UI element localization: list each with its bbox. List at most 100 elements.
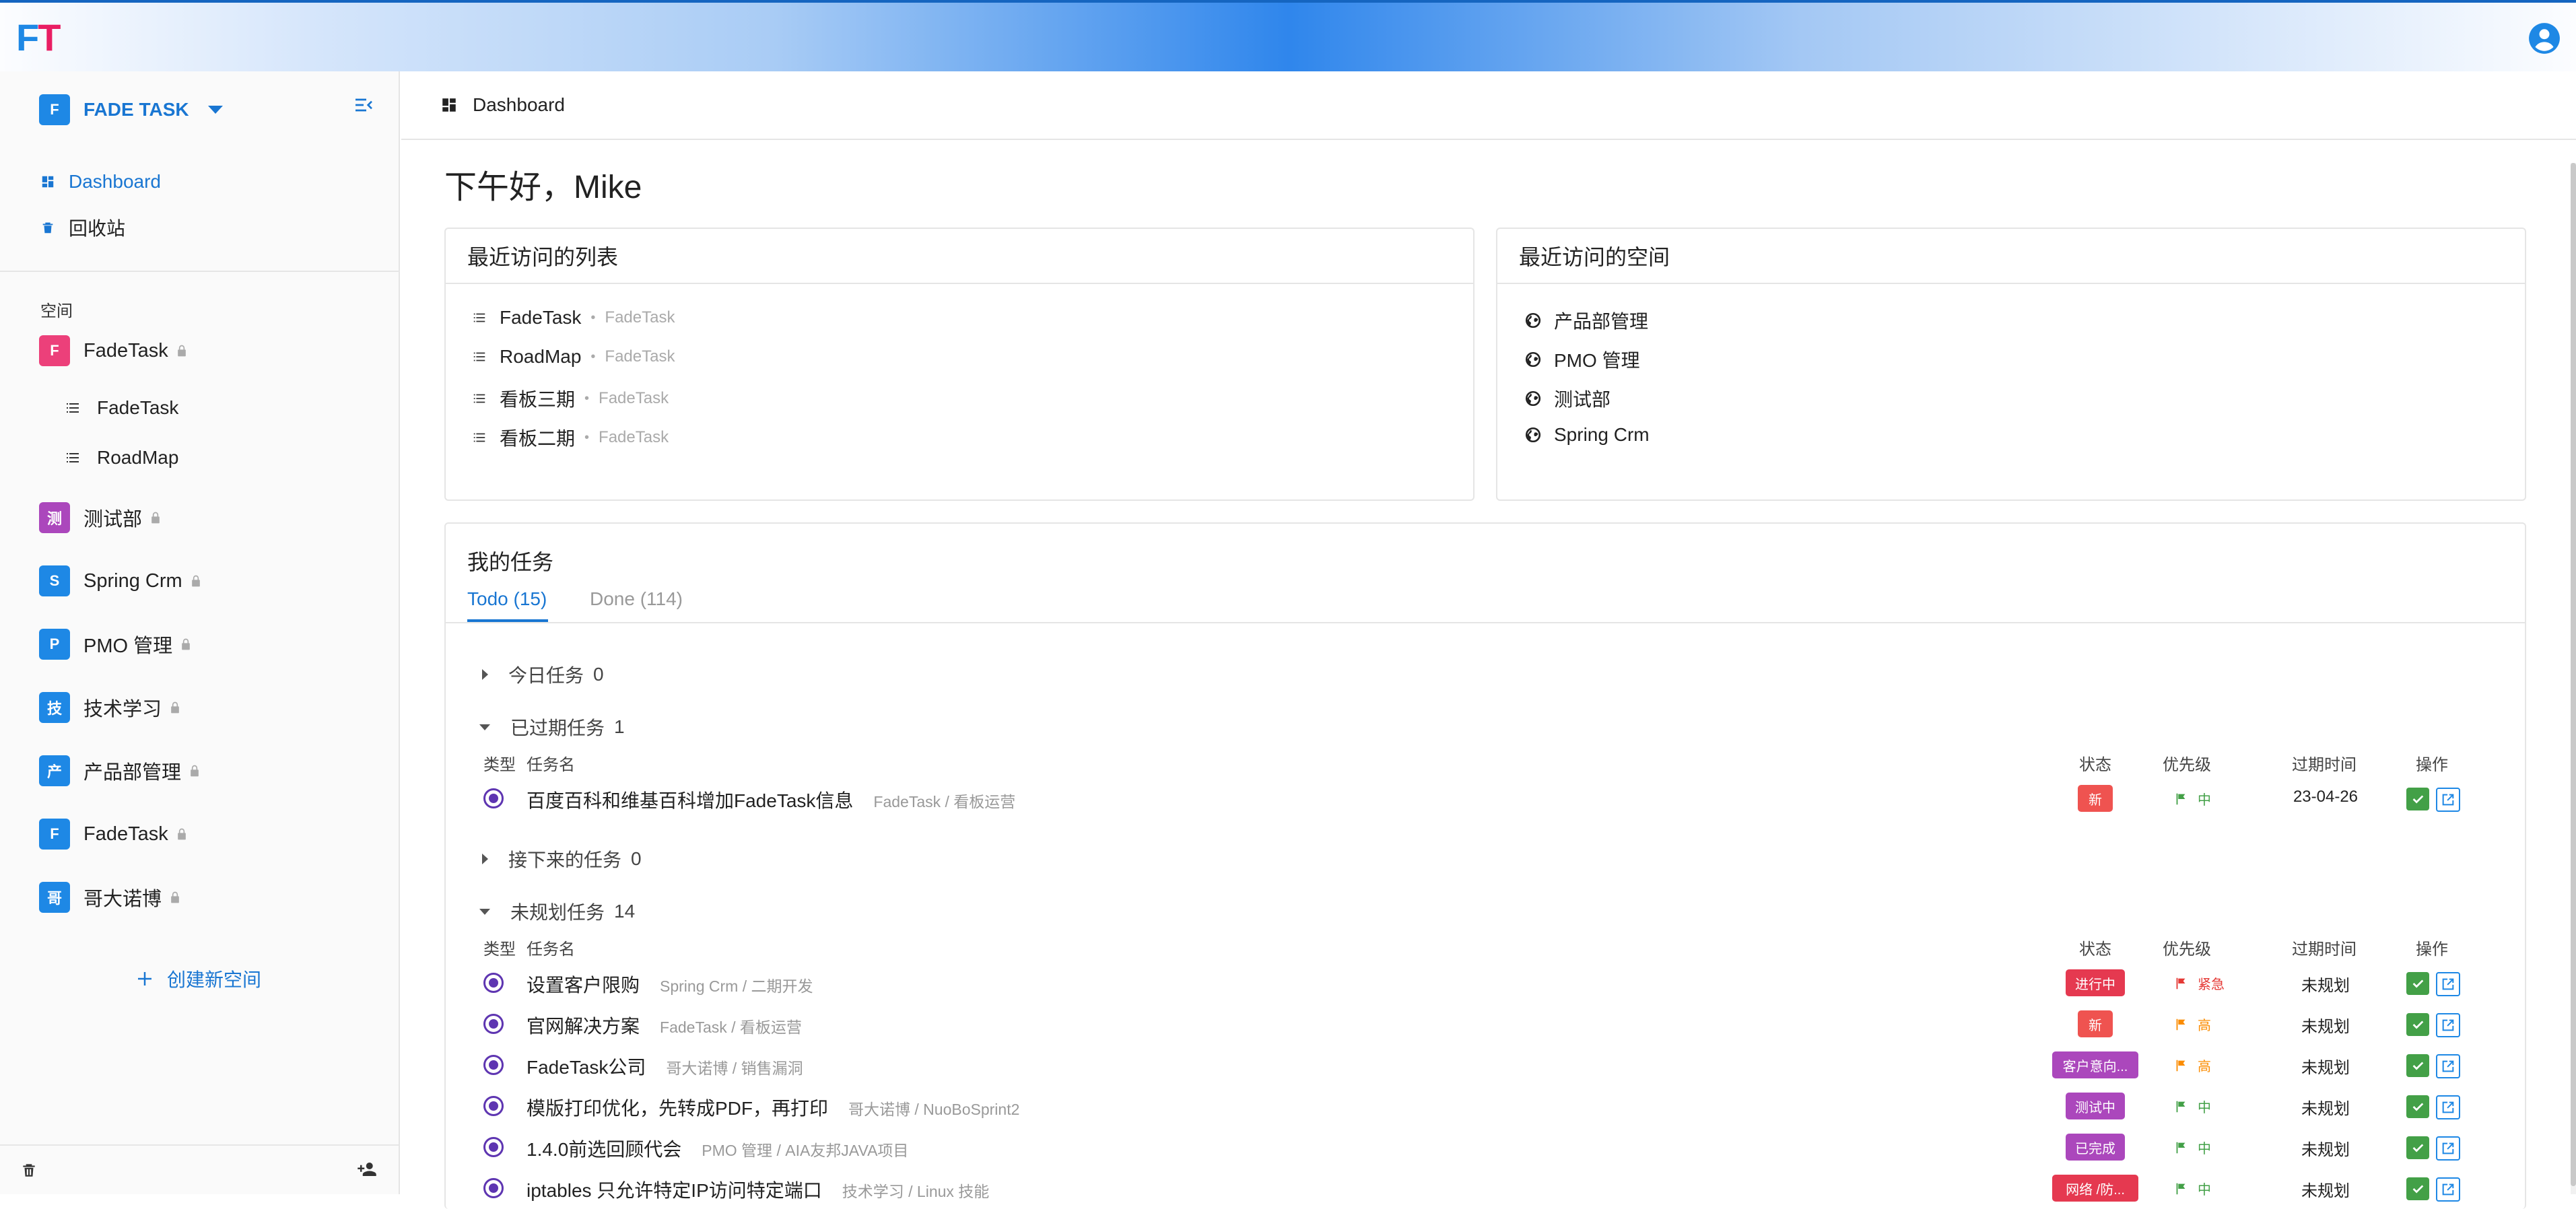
table-row[interactable]: 百度百科和维基百科增加FadeTask信息 FadeTask / 看板运营 新 中…	[446, 778, 2525, 819]
space-item[interactable]: 产 产品部管理	[39, 755, 201, 786]
space-item[interactable]: 哥 哥大诺博	[39, 882, 182, 913]
chevron-right-icon	[482, 854, 488, 864]
recent-list-item[interactable]: FadeTask • FadeTask	[471, 307, 675, 329]
space-item[interactable]: F FadeTask	[39, 335, 189, 366]
group-upcoming[interactable]: 接下来的任务 0	[479, 845, 642, 872]
table-row[interactable]: FadeTask公司 哥大诺博 / 销售漏洞 客户意向... 高未规划	[446, 1045, 2525, 1085]
complete-button[interactable]	[2406, 972, 2429, 995]
create-space-button[interactable]: 创建新空间	[135, 965, 261, 992]
status-badge[interactable]: 测试中	[2066, 1093, 2125, 1119]
task-type-icon	[483, 788, 504, 808]
recent-list-item[interactable]: 看板三期 • FadeTask	[471, 385, 669, 412]
check-icon	[2412, 1103, 2424, 1111]
tab-done[interactable]: Done (114)	[590, 588, 683, 610]
breadcrumb: Dashboard	[401, 71, 2576, 140]
recent-list-item[interactable]: RoadMap • FadeTask	[471, 346, 675, 368]
add-user-icon[interactable]	[355, 1159, 378, 1179]
complete-button[interactable]	[2406, 1013, 2429, 1036]
table-row[interactable]: 1.4.0前选回顾代会 PMO 管理 / AIA友邦JAVA项目 已完成中未规划	[446, 1127, 2525, 1167]
space-item[interactable]: P PMO 管理	[39, 629, 193, 660]
priority[interactable]: 高	[2173, 1056, 2211, 1075]
collapse-menu-icon[interactable]	[353, 94, 374, 116]
edit-button[interactable]	[2436, 1177, 2460, 1202]
spaces-label: 空间	[40, 302, 73, 320]
flag-icon	[2176, 1018, 2185, 1030]
task-type-icon	[483, 1137, 504, 1157]
task-type-icon	[483, 1014, 504, 1034]
chevron-down-icon	[207, 106, 223, 114]
complete-button[interactable]	[2406, 1136, 2429, 1159]
space-item[interactable]: 技 技术学习	[39, 692, 182, 723]
page-title: Dashboard	[473, 94, 565, 115]
column-actions: 操作	[2416, 940, 2448, 959]
due-date: 未规划	[2301, 1018, 2350, 1036]
complete-button[interactable]	[2406, 1177, 2429, 1200]
status-badge[interactable]: 已完成	[2066, 1134, 2125, 1161]
trash-icon[interactable]	[20, 1161, 38, 1179]
recent-space-item[interactable]: 产品部管理	[1524, 307, 1648, 334]
scrollbar-thumb[interactable]	[2571, 163, 2576, 1186]
recent-list-item[interactable]: 看板二期 • FadeTask	[471, 424, 669, 451]
edit-button[interactable]	[2436, 1095, 2460, 1119]
recent-space-item[interactable]: Spring Crm	[1524, 424, 1650, 446]
space-avatar: 技	[39, 692, 70, 723]
greeting: 下午好，Mike	[444, 170, 642, 205]
app-logo[interactable]: FT	[16, 18, 61, 58]
group-unplanned[interactable]: 未规划任务 14	[479, 898, 635, 925]
table-row[interactable]: 设置客户限购 Spring Crm / 二期开发 进行中 紧急 未规划	[446, 963, 2525, 1003]
group-overdue[interactable]: 已过期任务 1	[479, 714, 625, 740]
column-priority: 优先级	[2163, 756, 2211, 774]
complete-button[interactable]	[2406, 1095, 2429, 1118]
status-badge[interactable]: 网络 /防...	[2052, 1175, 2138, 1202]
my-tasks-card: 我的任务 Todo (15) Done (114) 今日任务 0 已过期任务 1 类…	[444, 522, 2526, 1209]
table-row[interactable]: 官网解决方案 FadeTask / 看板运营新高未规划	[446, 1004, 2525, 1044]
check-icon	[2412, 1062, 2424, 1070]
edit-button[interactable]	[2436, 1013, 2460, 1037]
edit-button[interactable]	[2436, 1054, 2460, 1078]
lock-icon	[177, 828, 186, 840]
due-date: 未规划	[2301, 1100, 2350, 1118]
table-row[interactable]: 模版打印优化，先转成PDF，再打印 哥大诺博 / NuoBoSprint2 测试中中…	[446, 1086, 2525, 1126]
tab-todo[interactable]: Todo (15)	[467, 588, 547, 610]
lock-icon	[151, 512, 160, 524]
complete-button[interactable]	[2406, 1054, 2429, 1077]
space-item[interactable]: S Spring Crm	[39, 565, 203, 596]
list-item-fadetask[interactable]: FadeTask	[63, 397, 178, 419]
flag-icon	[2176, 1101, 2185, 1112]
priority[interactable]: 中	[2173, 789, 2211, 808]
column-type: 类型	[483, 940, 516, 959]
priority[interactable]: 紧急	[2173, 973, 2225, 993]
list-icon	[67, 403, 79, 413]
status-badge[interactable]: 新	[2078, 1010, 2113, 1037]
flag-icon	[2176, 1142, 2185, 1153]
space-item[interactable]: F FadeTask	[39, 819, 189, 850]
edit-button[interactable]	[2436, 788, 2460, 812]
recent-space-item[interactable]: PMO 管理	[1524, 346, 1640, 373]
edit-button[interactable]	[2436, 972, 2460, 996]
status-badge[interactable]: 进行中	[2066, 969, 2125, 996]
check-icon	[2412, 1021, 2424, 1029]
table-row[interactable]: iptables 只允许特定IP访问特定端口 技术学习 / Linux 技能 网络 …	[446, 1168, 2525, 1208]
group-today[interactable]: 今日任务 0	[479, 661, 604, 688]
priority[interactable]: 中	[2173, 1097, 2211, 1116]
list-icon	[473, 394, 485, 403]
due-date: 未规划	[2301, 977, 2350, 995]
priority[interactable]: 中	[2173, 1138, 2211, 1157]
priority[interactable]: 中	[2173, 1179, 2211, 1198]
complete-button[interactable]	[2406, 788, 2429, 810]
edit-button[interactable]	[2436, 1136, 2460, 1161]
recent-space-item[interactable]: 测试部	[1524, 385, 1611, 412]
priority[interactable]: 高	[2173, 1014, 2211, 1034]
edit-icon	[2442, 978, 2454, 990]
space-item[interactable]: 测 测试部	[39, 502, 162, 533]
account-icon[interactable]	[2528, 22, 2561, 55]
list-item-roadmap[interactable]: RoadMap	[63, 447, 178, 469]
sidebar-item-trash[interactable]: 回收站	[40, 214, 125, 241]
sidebar-item-dashboard[interactable]: Dashboard	[40, 171, 161, 193]
flag-icon	[2176, 977, 2185, 989]
workspace-switcher[interactable]: F FADE TASK	[39, 92, 223, 128]
status-badge[interactable]: 客户意向...	[2052, 1051, 2138, 1078]
active-tab-indicator	[467, 619, 548, 622]
column-priority: 优先级	[2163, 940, 2211, 959]
status-badge[interactable]: 新	[2078, 785, 2113, 812]
